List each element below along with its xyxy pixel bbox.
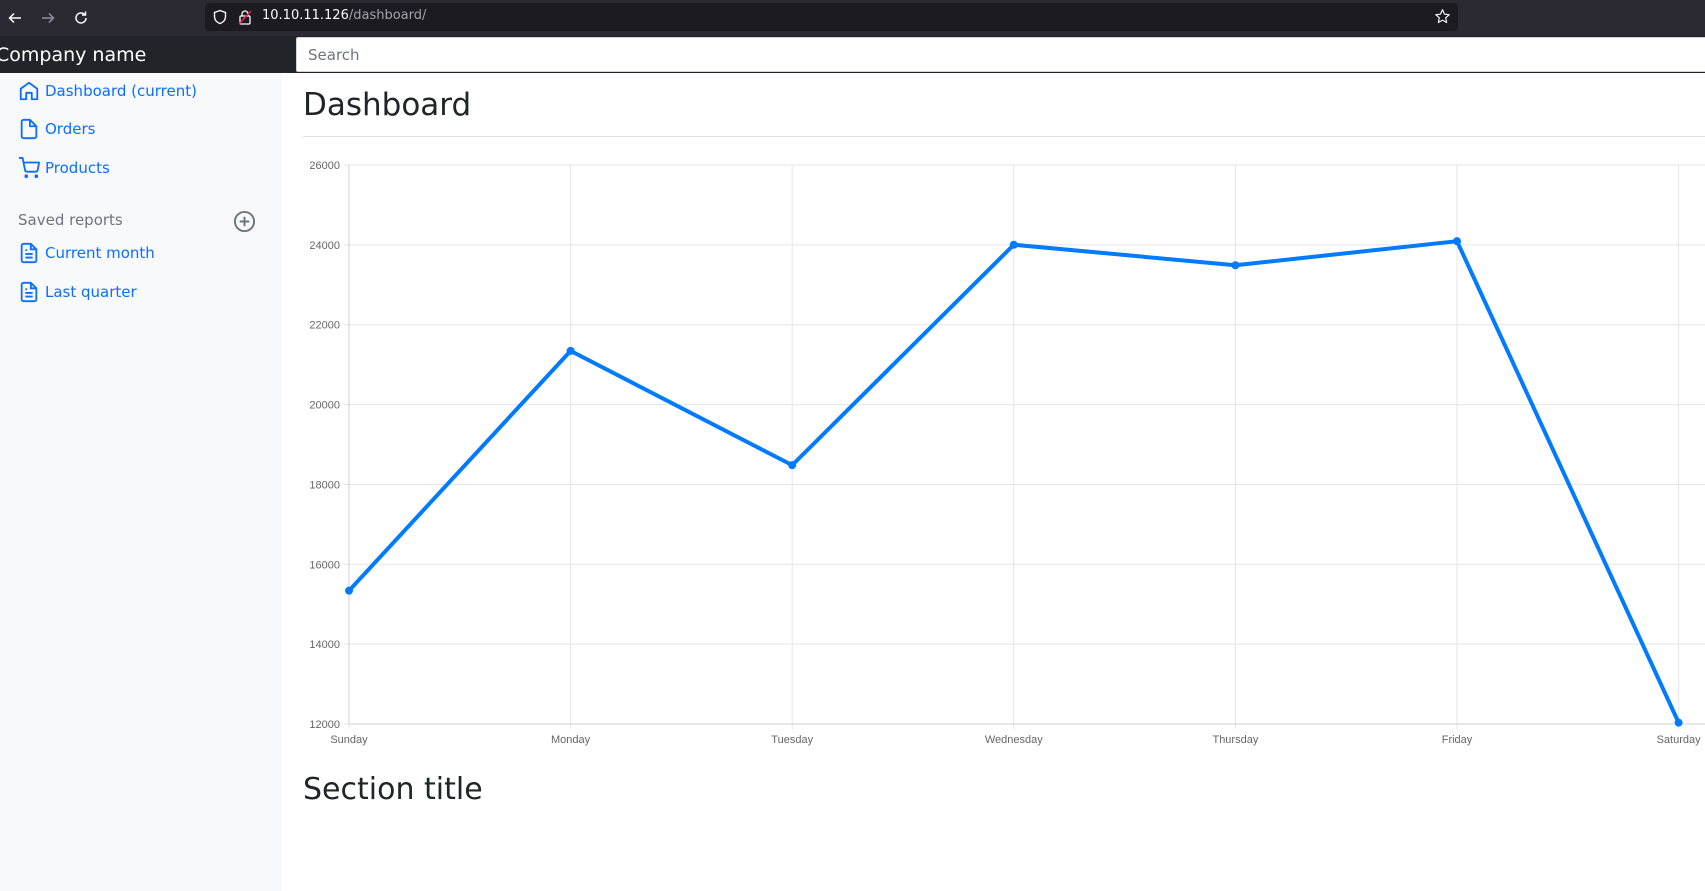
y-tick-label: 12000 [309, 719, 340, 731]
y-tick-label: 16000 [309, 559, 340, 571]
x-tick-label: Monday [551, 734, 591, 746]
add-report-icon[interactable] [233, 210, 256, 233]
report-item-current-month[interactable]: Current month [18, 239, 155, 267]
sidebar-item-label: Orders [45, 120, 96, 138]
y-tick-label: 20000 [309, 400, 340, 412]
file-icon [20, 118, 38, 140]
browser-toolbar: 10.10.11.126/dashboard/ [0, 0, 1705, 36]
y-tick-label: 26000 [309, 160, 340, 172]
bookmark-star-icon[interactable] [1434, 8, 1451, 25]
shopping-cart-icon [18, 157, 40, 179]
data-point [345, 586, 353, 595]
forward-button[interactable] [36, 6, 60, 30]
line-chart: 12000 14000 16000 18000 20000 22000 24000 26000… [309, 160, 1705, 746]
report-item-last-quarter[interactable]: Last quarter [18, 278, 137, 306]
forward-arrow-icon [42, 12, 55, 24]
data-point [566, 346, 575, 355]
search-input[interactable] [296, 37, 1705, 72]
report-item-label: Current month [45, 244, 155, 262]
report-item-label: Last quarter [45, 283, 137, 301]
file-text-icon [20, 281, 38, 303]
x-tick-label: Thursday [1212, 734, 1258, 746]
back-button[interactable] [3, 6, 27, 30]
section-title: Section title [303, 772, 483, 807]
sidebar-item-orders[interactable]: Orders [18, 115, 95, 143]
data-point [1674, 718, 1683, 727]
url-text[interactable]: 10.10.11.126/dashboard/ [262, 8, 426, 23]
y-tick-label: 14000 [309, 639, 340, 651]
y-tick-label: 18000 [309, 479, 340, 491]
data-point [788, 461, 797, 470]
sidebar-item-label: Products [45, 159, 110, 177]
sidebar-item-products[interactable]: Products [18, 154, 110, 182]
reload-button[interactable] [69, 6, 93, 30]
page-title: Dashboard [303, 87, 472, 123]
home-icon [19, 81, 39, 101]
x-tick-label: Tuesday [771, 734, 813, 746]
back-arrow-icon [8, 12, 21, 24]
data-point [1231, 261, 1240, 270]
x-tick-label: Saturday [1657, 734, 1702, 746]
data-point [1009, 240, 1018, 249]
saved-reports-heading: Saved reports [18, 211, 123, 229]
insecure-lock-icon[interactable] [238, 9, 252, 25]
brand-link[interactable]: Company name [0, 44, 146, 66]
x-tick-label: Sunday [330, 734, 368, 746]
title-divider [303, 136, 1705, 137]
sidebar: Dashboard (current) Orders Products Save… [0, 73, 282, 891]
y-tick-label: 24000 [309, 240, 340, 252]
sidebar-item-label: Dashboard (current) [45, 82, 197, 100]
file-text-icon [20, 242, 38, 264]
y-tick-label: 22000 [309, 320, 340, 332]
url-path: /dashboard/ [348, 8, 427, 23]
shield-icon[interactable] [212, 9, 228, 25]
x-tick-label: Wednesday [985, 734, 1043, 746]
x-tick-label: Friday [1442, 734, 1473, 746]
sidebar-item-dashboard[interactable]: Dashboard (current) [18, 77, 197, 105]
url-host: 10.10.11.126 [262, 8, 349, 23]
reload-icon [75, 11, 87, 24]
data-point [1453, 237, 1461, 246]
